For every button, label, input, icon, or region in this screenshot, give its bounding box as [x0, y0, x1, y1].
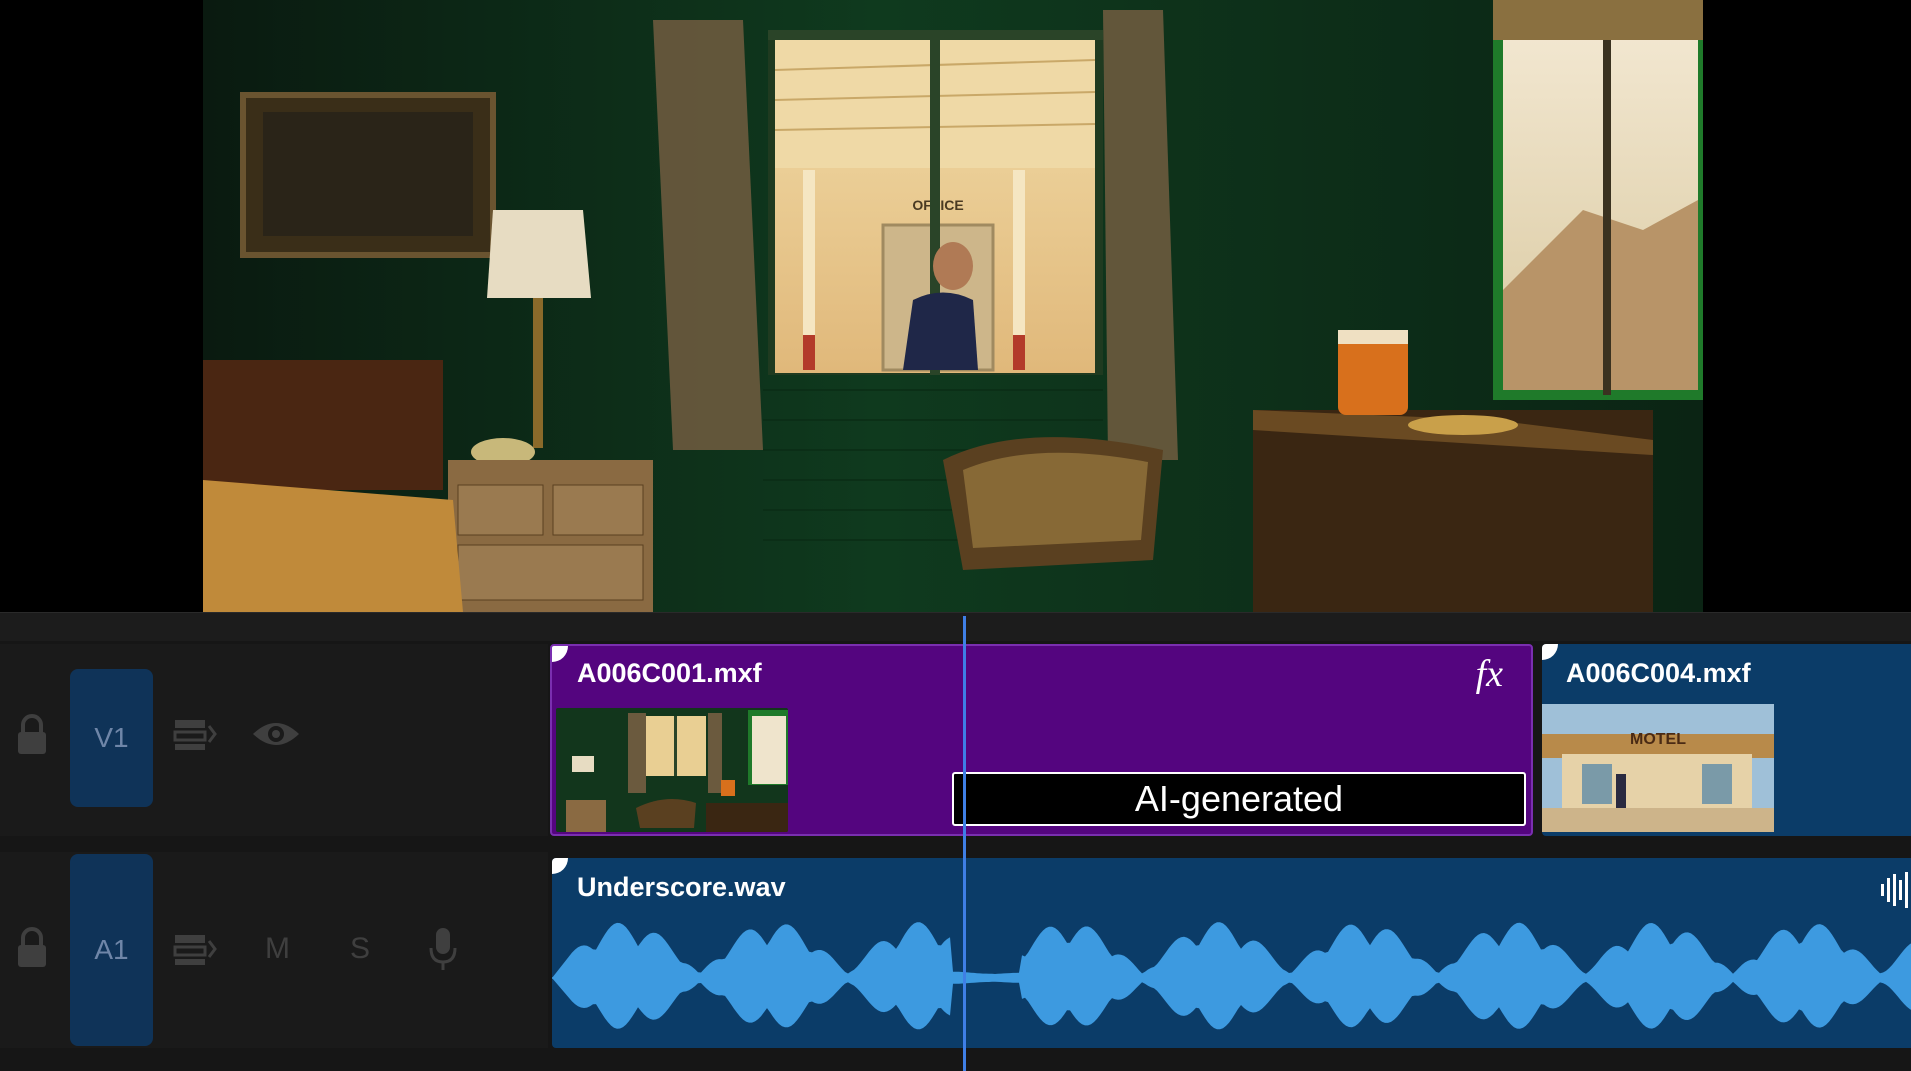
clip-start-handle[interactable] [552, 646, 568, 662]
clip-start-handle[interactable] [1542, 644, 1558, 660]
ai-generated-label: AI-generated [952, 772, 1526, 826]
lock-icon[interactable] [12, 709, 52, 759]
video-clip-a006c004[interactable]: A006C004.mxf MOTEL [1542, 644, 1911, 836]
clip-name: A006C001.mxf [577, 658, 762, 688]
eye-icon[interactable] [250, 714, 302, 754]
microphone-icon[interactable] [425, 924, 461, 974]
frame-image: OFFICE [203, 0, 1703, 612]
solo-button[interactable]: S [340, 929, 380, 969]
video-track-header: V1 [0, 644, 548, 836]
time-ruler[interactable] [0, 612, 1911, 641]
clip-name: Underscore.wav [577, 872, 786, 902]
mute-button[interactable]: M [255, 929, 300, 969]
program-monitor: OFFICE [0, 0, 1911, 612]
track-label-v1[interactable]: V1 [70, 669, 153, 807]
motel-sign: MOTEL [1630, 731, 1686, 748]
playhead[interactable] [963, 616, 966, 1071]
video-frame: OFFICE [203, 0, 1703, 612]
clip-thumbnail [556, 708, 788, 832]
track-label-a1[interactable]: A1 [70, 854, 153, 1046]
clip-thumbnail: MOTEL [1542, 704, 1774, 832]
sync-lock-icon[interactable] [172, 929, 218, 969]
clip-name: A006C004.mxf [1566, 658, 1751, 688]
audio-track-header: A1 M S [0, 852, 548, 1048]
clip-start-handle[interactable] [552, 858, 568, 874]
waveform-shape [552, 922, 1911, 1030]
audio-clip-underscore[interactable]: Underscore.wav [552, 858, 1911, 1048]
sync-lock-icon[interactable] [172, 714, 218, 754]
fx-icon[interactable]: fx [1476, 652, 1503, 696]
lock-icon[interactable] [12, 922, 52, 972]
waveform-icon[interactable] [1879, 872, 1911, 913]
audio-waveform [552, 922, 1911, 1030]
